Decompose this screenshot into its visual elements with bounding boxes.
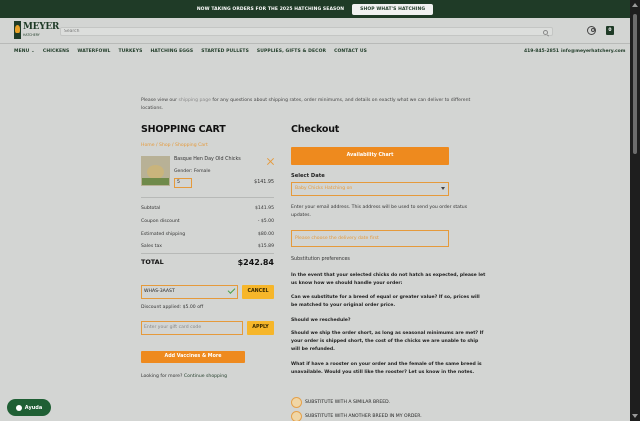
notice-before: Please view our — [141, 98, 179, 103]
product-image[interactable] — [141, 156, 170, 186]
rooster-question: What if have a rooster on your order and… — [291, 362, 482, 375]
date-select[interactable]: Baby Chicks Hatching on — [291, 182, 449, 196]
cancel-coupon-button[interactable]: CANCEL — [242, 285, 274, 299]
total-label: TOTAL — [141, 258, 164, 266]
delivery-date-select[interactable]: Please choose the delivery date first — [291, 230, 449, 247]
account-icon[interactable] — [587, 26, 596, 35]
radio-similar-breed[interactable] — [291, 397, 302, 408]
shop-hatching-button[interactable]: SHOP WHAT'S HATCHING — [352, 3, 434, 15]
summary-value: $141.95 — [255, 206, 274, 211]
radio-other-breed[interactable] — [291, 411, 302, 421]
reschedule-question: Should we reschedule? — [291, 318, 351, 323]
divider — [141, 197, 274, 198]
banner-text: NOW TAKING ORDERS FOR THE 2025 HATCHING … — [196, 6, 345, 12]
checkout-panel: Checkout Availability Chart Select Date … — [291, 124, 487, 421]
checkout-title: Checkout — [291, 124, 340, 135]
search-icon[interactable] — [543, 29, 548, 35]
coupon-field[interactable]: WHAS-3AAST — [141, 285, 238, 299]
select-date-label: Select Date — [291, 173, 325, 179]
site-header: MEYER HATCHERY 0 — [0, 18, 630, 44]
substitute-question: Can we substitute for a breed of equal o… — [291, 295, 480, 308]
summary-row: Sales tax $15.89 — [141, 244, 274, 249]
looking-text: Looking for more? — [141, 374, 184, 379]
scroll-up-arrow[interactable] — [632, 3, 638, 7]
email-link[interactable]: info@meyerhatchery.com — [561, 49, 625, 54]
shipping-notice: Please view our shipping page for any qu… — [141, 97, 486, 113]
apply-gift-button[interactable]: APPLY — [247, 321, 274, 335]
summary-value: - $5.00 — [257, 219, 274, 224]
availability-chart-button[interactable]: Availability Chart — [291, 147, 449, 165]
substitution-heading: Substitution preferences — [291, 257, 350, 262]
summary-value: $15.89 — [257, 244, 274, 249]
radio-similar-breed-label[interactable]: SUBSTITUTE WITH A SIMILAR BREED. — [305, 400, 390, 405]
cart-title: SHOPPING CART — [141, 124, 226, 135]
ship-short-question: Should we ship the order short, as long … — [291, 331, 484, 352]
continue-shopping-link[interactable]: Continue shopping — [184, 374, 227, 379]
delivery-select-value: Please choose the delivery date first — [295, 236, 379, 241]
summary-row: Subtotal $141.95 — [141, 206, 274, 211]
email-note: Enter your email address. This address w… — [291, 205, 468, 218]
logo-mark — [14, 21, 21, 39]
summary-label: Subtotal — [141, 206, 161, 211]
product-gender: Gender: Female — [174, 169, 211, 174]
total-value: $242.84 — [237, 258, 274, 267]
logo-name: MEYER — [23, 22, 60, 32]
chat-icon — [15, 404, 22, 411]
substitution-question: In the event that your selected chicks d… — [291, 273, 486, 286]
shipping-page-link[interactable]: shipping page — [178, 98, 210, 103]
nav-menu[interactable]: MENU ⌄ — [14, 49, 35, 54]
nav-hatching-eggs[interactable]: HATCHING EGGS — [150, 49, 193, 54]
date-select-value: Baby Chicks Hatching on — [295, 186, 353, 191]
phone-link[interactable]: 419-845-2851 — [524, 49, 559, 54]
cart-icon[interactable]: 0 — [606, 26, 614, 35]
summary-label: Estimated shipping — [141, 232, 186, 237]
divider — [141, 253, 274, 254]
order-total: TOTAL $242.84 — [141, 258, 274, 267]
nav-waterfowl[interactable]: WATERFOWL — [77, 49, 110, 54]
breadcrumb[interactable]: Home / Shop / Shopping Cart — [141, 143, 208, 148]
search-input[interactable] — [61, 28, 552, 35]
search-bar — [60, 27, 553, 36]
add-vaccines-button[interactable]: Add Vaccines & More — [141, 351, 245, 363]
scroll-down-arrow[interactable] — [632, 414, 638, 418]
shopping-cart: SHOPPING CART Home / Shop / Shopping Car… — [141, 124, 274, 379]
quantity-field[interactable]: 5 — [174, 178, 192, 188]
continue-shopping-text: Looking for more? Continue shopping — [141, 374, 227, 379]
chevron-down-icon — [441, 187, 445, 190]
summary-row: Coupon discount - $5.00 — [141, 219, 274, 224]
radio-other-breed-label[interactable]: SUBSTITUTE WITH ANOTHER BREED IN MY ORDE… — [305, 414, 422, 419]
discount-applied: Discount applied: $5.00 off — [141, 305, 204, 310]
main-nav: MENU ⌄ CHICKENS WATERFOWL TURKEYS HATCHI… — [0, 45, 630, 58]
logo[interactable]: MEYER HATCHERY — [14, 21, 59, 41]
nav-turkeys[interactable]: TURKEYS — [118, 49, 142, 54]
scrollbar-thumb[interactable] — [633, 14, 637, 154]
nav-chickens[interactable]: CHICKENS — [43, 49, 69, 54]
product-name[interactable]: Basque Hen Day Old Chicks — [174, 157, 241, 162]
nav-started-pullets[interactable]: STARTED PULLETS — [201, 49, 249, 54]
summary-label: Coupon discount — [141, 219, 180, 224]
nav-supplies[interactable]: SUPPLIES, GIFTS & DECOR — [257, 49, 326, 54]
help-chat-button[interactable]: Ayuda — [7, 399, 51, 416]
help-label: Ayuda — [24, 404, 43, 411]
scrollbar[interactable] — [630, 0, 640, 421]
gift-card-field[interactable]: Enter your gift card code — [141, 321, 243, 335]
product-price: $141.95 — [254, 180, 274, 185]
logo-sub: HATCHERY — [23, 33, 40, 37]
summary-label: Sales tax — [141, 244, 163, 249]
announcement-banner: NOW TAKING ORDERS FOR THE 2025 HATCHING … — [0, 0, 630, 18]
summary-value: $80.00 — [257, 232, 274, 237]
nav-contact[interactable]: CONTACT US — [334, 49, 367, 54]
summary-row: Estimated shipping $80.00 — [141, 232, 274, 237]
remove-item-icon[interactable] — [266, 157, 274, 165]
